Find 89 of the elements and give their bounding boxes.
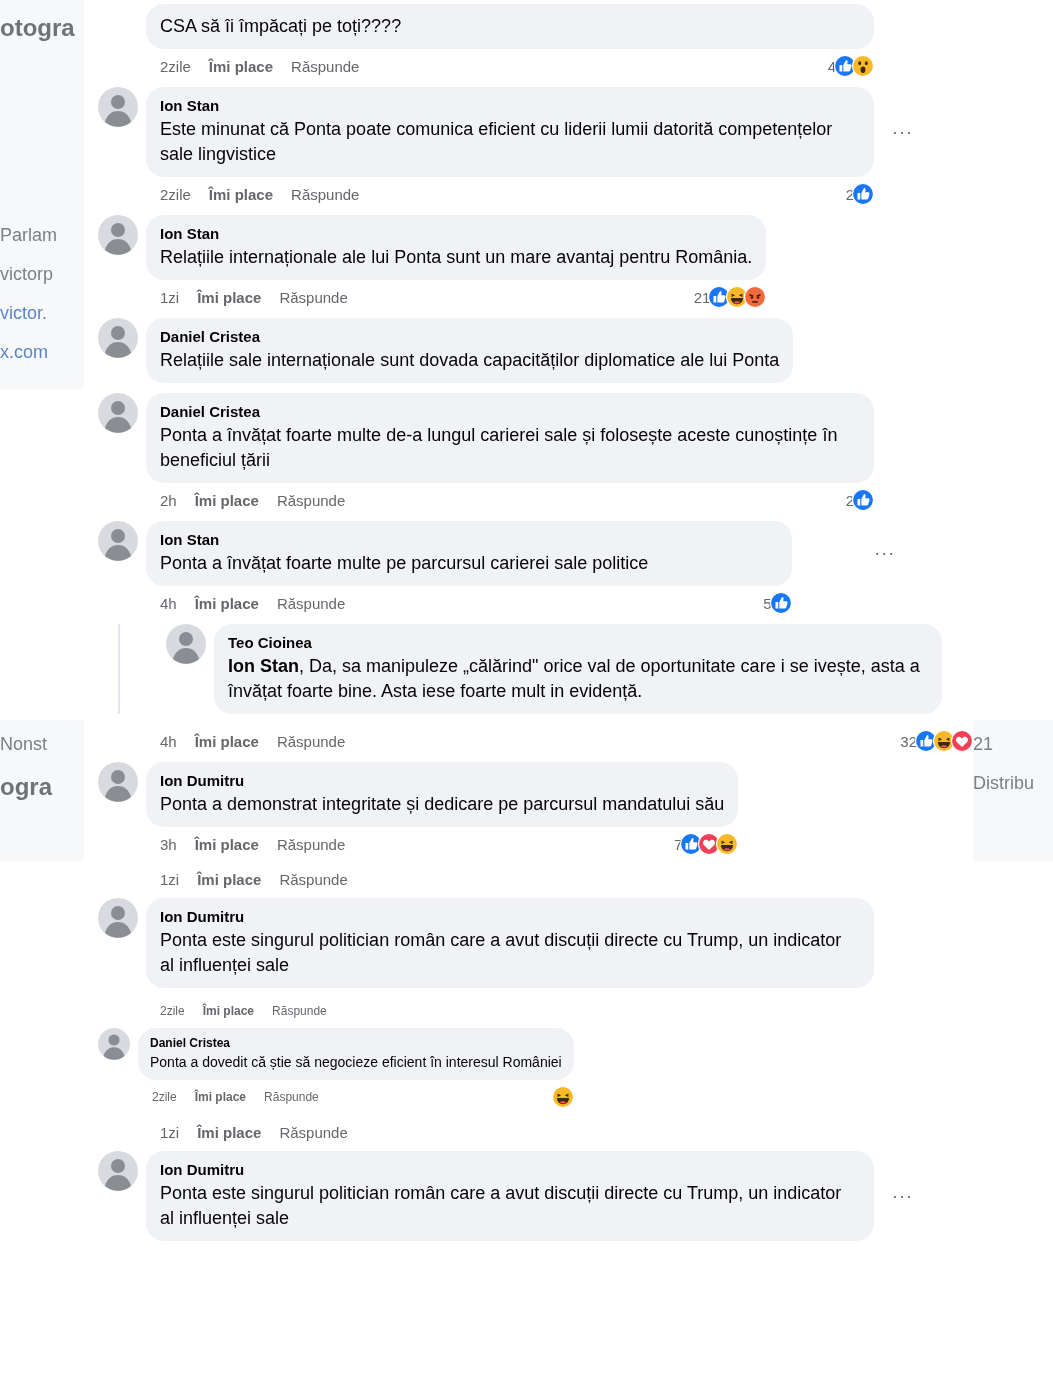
avatar-icon[interactable] bbox=[98, 87, 138, 127]
time-label: 4h bbox=[160, 594, 177, 612]
background-text: Parlam bbox=[0, 225, 58, 246]
avatar-icon[interactable] bbox=[98, 1151, 138, 1191]
reaction-count: 5 bbox=[763, 594, 772, 612]
author-name[interactable]: Ion Stan bbox=[160, 531, 778, 548]
avatar-icon[interactable] bbox=[98, 215, 138, 255]
author-name[interactable]: Ion Stan bbox=[160, 97, 860, 114]
time-label: 2zile bbox=[152, 1090, 177, 1104]
avatar-icon[interactable] bbox=[98, 393, 138, 433]
like-link[interactable]: Îmi place bbox=[208, 185, 274, 203]
like-link[interactable]: Îmi place bbox=[197, 871, 262, 888]
reply-link[interactable]: Răspunde bbox=[279, 288, 348, 306]
reaction-count: 4 bbox=[827, 57, 836, 75]
avatar-icon[interactable] bbox=[98, 318, 138, 358]
like-link[interactable]: Îmi place bbox=[194, 835, 259, 853]
thumbs-up-icon bbox=[769, 592, 792, 614]
author-name[interactable]: Ion Stan bbox=[160, 225, 753, 242]
author-name[interactable]: Daniel Cristea bbox=[160, 403, 860, 420]
background-text: Distribu bbox=[973, 773, 1035, 794]
like-link[interactable]: Îmi place bbox=[194, 491, 259, 509]
time-label: 4h bbox=[160, 732, 177, 750]
reply-link[interactable]: Răspunde bbox=[276, 732, 346, 750]
reply-link[interactable]: Răspunde bbox=[279, 871, 348, 888]
background-text: otogra bbox=[0, 14, 76, 42]
like-link[interactable]: Îmi place bbox=[194, 594, 259, 612]
time-label: 1zi bbox=[160, 1124, 180, 1141]
thumbs-up-icon bbox=[852, 183, 874, 205]
comment-text: Relațiile internaționale ale lui Ponta sunt un mare avantaj pentru România. bbox=[160, 246, 753, 269]
background-text: victorp bbox=[0, 264, 54, 285]
author-name[interactable]: Ion Dumitru bbox=[160, 772, 725, 789]
reply-link[interactable]: Răspunde bbox=[276, 594, 346, 612]
angry-face-icon bbox=[744, 286, 767, 308]
author-name[interactable]: Ion Dumitru bbox=[160, 1161, 860, 1178]
thumbs-up-icon bbox=[852, 489, 874, 511]
comment-text: Ponta a demonstrat integritate și dedicare pe parcursul mandatului său bbox=[160, 793, 725, 816]
surprised-face-icon bbox=[852, 55, 874, 77]
author-name[interactable]: Daniel Cristea bbox=[150, 1036, 562, 1050]
like-link[interactable]: Îmi place bbox=[202, 1004, 255, 1018]
time-label: 2zile bbox=[160, 185, 191, 203]
background-text: victor. bbox=[0, 303, 48, 324]
more-options-button[interactable]: ··· bbox=[809, 543, 960, 564]
author-name[interactable]: Teo Cioinea bbox=[228, 634, 928, 651]
background-text: x.com bbox=[0, 342, 49, 363]
comment-text: Relațiile sale internaționale sunt dovada capacităților diplomatice ale lui Ponta bbox=[160, 349, 780, 372]
avatar-icon[interactable] bbox=[98, 762, 138, 802]
background-text: Nonst bbox=[0, 734, 49, 755]
comment-text: Este minunat că Ponta poate comunica eficient cu liderii lumii datorită competențelor sale lingvistice bbox=[160, 118, 834, 166]
more-options-button[interactable]: ··· bbox=[892, 121, 913, 143]
comment-text: Ponta este singurul politician român care a avut discuții directe cu Trump, un indicator al influenței sale bbox=[160, 929, 843, 977]
comment-text: Ponta a dovedit că știe să negocieze eficient în interesul României bbox=[150, 1053, 562, 1072]
reply-link[interactable]: Răspunde bbox=[276, 491, 346, 509]
background-text: ogra bbox=[0, 773, 54, 801]
laughing-face-icon bbox=[716, 833, 739, 855]
like-link[interactable]: Îmi place bbox=[208, 57, 274, 75]
time-label: 3h bbox=[160, 835, 177, 853]
avatar-icon[interactable] bbox=[166, 624, 206, 664]
reply-link[interactable]: Răspunde bbox=[276, 835, 346, 853]
like-link[interactable]: Îmi place bbox=[194, 732, 259, 750]
like-link[interactable]: Îmi place bbox=[197, 288, 262, 306]
reply-link[interactable]: Răspunde bbox=[272, 1004, 327, 1018]
time-label: 2h bbox=[160, 491, 177, 509]
author-name[interactable]: Daniel Cristea bbox=[160, 328, 780, 345]
like-link[interactable]: Îmi place bbox=[194, 1090, 247, 1104]
reply-link[interactable]: Răspunde bbox=[291, 57, 360, 75]
reaction-count: 21 bbox=[693, 288, 711, 306]
comment-text: Ponta a învățat foarte multe pe parcursul carierei sale politice bbox=[160, 552, 650, 575]
avatar-icon[interactable] bbox=[98, 521, 138, 561]
like-link[interactable]: Îmi place bbox=[197, 1124, 262, 1141]
avatar-icon[interactable] bbox=[98, 1028, 130, 1060]
comment-text: Ion Stan, Da, sa manipuleze „călărind" orice val de oportunitate care i se ivește, asta a învățat foarte bine. Asta iese foarte mult in evidență. bbox=[228, 655, 921, 703]
time-label: 1zi bbox=[160, 871, 180, 888]
laughing-face-icon bbox=[551, 1086, 574, 1108]
comment-text: Ponta a învățat foarte multe de-a lungul carierei sale și folosește aceste cunoștințe în beneficiul țării bbox=[160, 424, 839, 472]
time-label: 1zi bbox=[160, 288, 180, 306]
time-label: 2zile bbox=[160, 57, 191, 75]
reply-link[interactable]: Răspunde bbox=[264, 1090, 319, 1104]
reaction-count: 2 bbox=[845, 185, 854, 203]
avatar-icon[interactable] bbox=[98, 898, 138, 938]
author-name[interactable]: Ion Dumitru bbox=[160, 908, 860, 925]
reaction-count: 2 bbox=[845, 491, 854, 509]
reply-link[interactable]: Răspunde bbox=[291, 185, 360, 203]
comment-text: CSA să îi împăcați pe toți???? bbox=[160, 15, 403, 38]
more-options-button[interactable]: ··· bbox=[892, 1185, 913, 1207]
reply-link[interactable]: Răspunde bbox=[279, 1124, 348, 1141]
reaction-count: 32 bbox=[900, 732, 917, 750]
time-label: 2zile bbox=[160, 1004, 185, 1018]
comment-text: Ponta este singurul politician român care a avut discuții directe cu Trump, un indicator al influenței sale bbox=[160, 1182, 843, 1230]
background-text: 21 bbox=[973, 734, 995, 755]
